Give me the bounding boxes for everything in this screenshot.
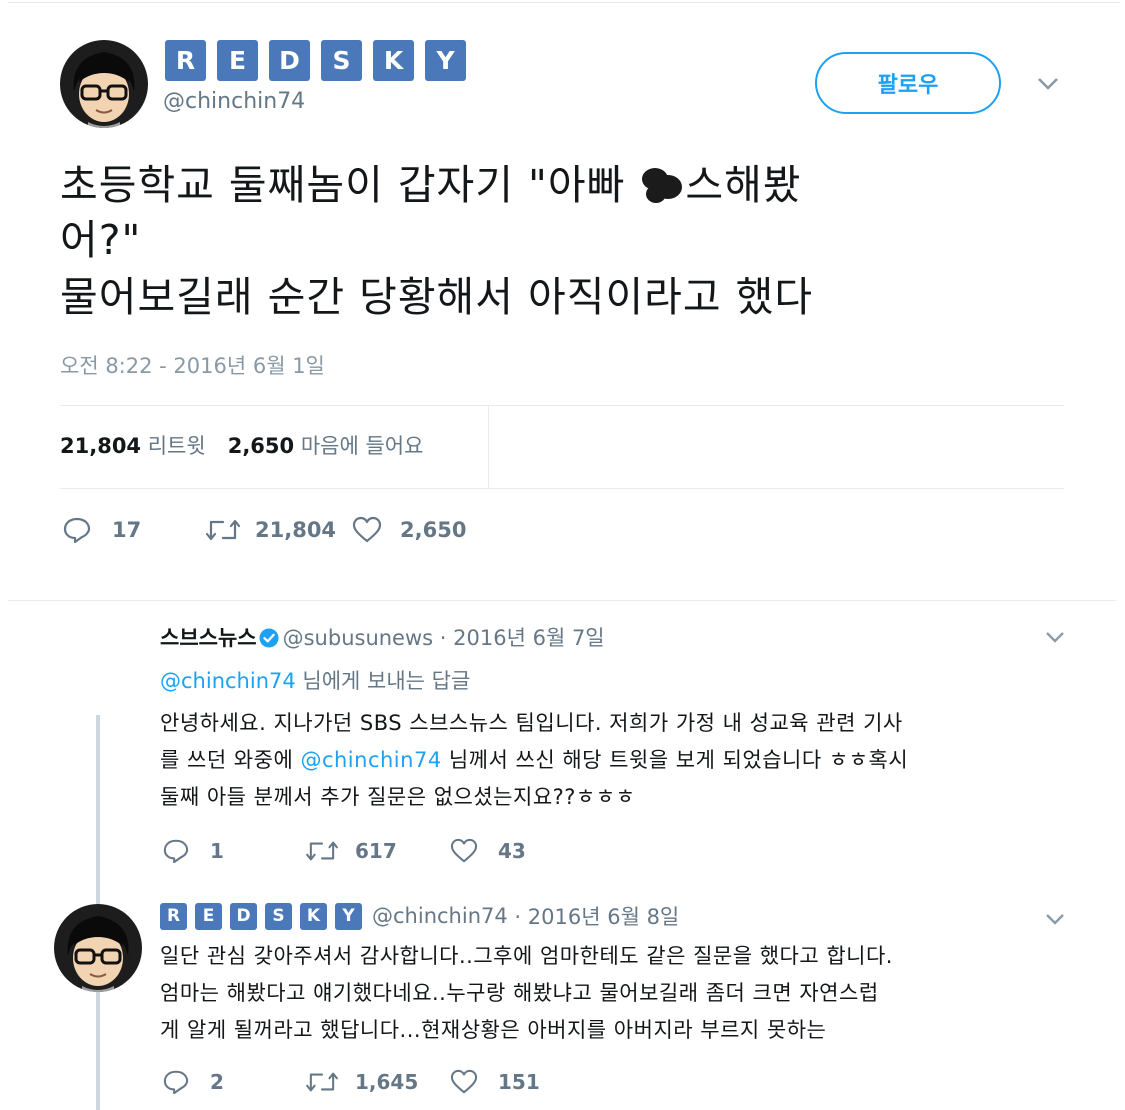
- heart-icon: [352, 516, 382, 543]
- display-name-badges[interactable]: REDSKY: [165, 40, 477, 81]
- reply-author-name[interactable]: 스브스뉴스: [160, 626, 257, 650]
- chevron-down-icon[interactable]: [1036, 76, 1060, 92]
- reply-text-line: 안녕하세요. 지나가던 SBS 스브스뉴스 팀입니다. 저희가 가정 내 성교육…: [160, 711, 903, 735]
- reply-header: 스브스뉴스 @subusunews · 2016년 6월 7일: [160, 622, 605, 652]
- like-count: 2,650: [400, 518, 467, 542]
- reply-author-handle[interactable]: @subusunews: [283, 626, 434, 650]
- retweet-icon: [205, 519, 241, 541]
- retweet-action[interactable]: 1,645: [305, 1069, 418, 1095]
- user-handle[interactable]: @chinchin74: [163, 89, 305, 114]
- name-letter-badge: E: [217, 40, 258, 81]
- like-action[interactable]: 151: [450, 1069, 540, 1095]
- name-letter-badge: K: [300, 902, 327, 930]
- mention-link[interactable]: @chinchin74: [160, 669, 296, 693]
- reply-count: 1: [210, 839, 224, 863]
- reply-action[interactable]: 1: [162, 838, 224, 864]
- verified-icon: [259, 628, 279, 648]
- tweet-timestamp[interactable]: 오전 8:22 - 2016년 6월 1일: [60, 350, 325, 380]
- reply-icon: [163, 1070, 189, 1095]
- replying-to: @chinchin74 님에게 보내는 답글: [160, 665, 470, 695]
- avatar-image: [54, 904, 142, 992]
- mention-link[interactable]: @chinchin74: [300, 748, 441, 772]
- like-action[interactable]: 43: [450, 838, 526, 864]
- reply-text-line: 엄마는 해봤다고 얘기했다네요..누구랑 해봤냐고 물어보길래 좀더 크면 자연…: [160, 981, 879, 1005]
- retweet-label[interactable]: 리트윗: [148, 434, 206, 458]
- like-label[interactable]: 마음에 들어요: [301, 434, 424, 458]
- name-letter-badge: R: [160, 902, 187, 930]
- reply-text-line: 를 쓰던 와중에 @chinchin74 님께서 쓰신 해당 트윗을 보게 되었…: [160, 741, 908, 779]
- reply-icon: [163, 839, 189, 864]
- reply-text-line: 일단 관심 갖아주셔서 감사합니다..그후에 엄마한테도 같은 질문을 했다고 …: [160, 944, 893, 968]
- avatar-image: [60, 40, 148, 128]
- section-divider: [8, 600, 1116, 601]
- like-count: 151: [498, 1070, 540, 1094]
- name-letter-badge: D: [230, 902, 257, 930]
- tweet-text-line: 물어보길래 순간 당황해서 아직이라고 했다: [60, 273, 814, 321]
- reply-action[interactable]: 17: [62, 516, 141, 544]
- name-letter-badge: E: [195, 902, 222, 930]
- name-letter-badge: D: [269, 40, 310, 81]
- stats-separator: [488, 405, 489, 488]
- reply-text-line: 둘째 아들 분께서 추가 질문은 없으셨는지요??ㅎㅎㅎ: [160, 785, 636, 809]
- like-action[interactable]: 2,650: [352, 516, 466, 544]
- follow-button[interactable]: 팔로우: [815, 52, 1001, 114]
- reply-date[interactable]: · 2016년 6월 7일: [440, 626, 605, 650]
- retweet-icon: [306, 1072, 338, 1092]
- tweet-text-segment: 초등학교 둘째놈이 갑자기 "아빠: [60, 161, 640, 209]
- reply-text-line: 게 알게 될꺼라고 했답니다...현재상황은 아버지를 아버지라 부르지 못하는: [160, 1018, 827, 1042]
- reply-text-segment: 를 쓰던 와중에: [160, 748, 301, 772]
- name-letter-badge: S: [265, 902, 292, 930]
- reply-text-segment: 님께서 쓰신 해당 트윗을 보게 되었습니다 ㅎㅎ혹시: [441, 748, 909, 772]
- reply-count: 17: [112, 518, 142, 542]
- retweet-count[interactable]: 21,804: [60, 434, 141, 458]
- chevron-down-icon[interactable]: [1044, 630, 1066, 644]
- retweet-count: 1,645: [355, 1070, 419, 1094]
- name-letter-badge: R: [165, 40, 206, 81]
- like-count: 43: [498, 839, 526, 863]
- heart-icon: [450, 838, 478, 863]
- replying-to-label: 님에게 보내는 답글: [295, 669, 471, 693]
- display-name-badges[interactable]: REDSKY: [160, 902, 370, 930]
- tweet-text-line: 초등학교 둘째놈이 갑자기 "아빠 스해봤: [60, 156, 802, 214]
- divider: [60, 488, 1064, 489]
- tweet-text-segment: 스해봤: [685, 161, 802, 209]
- reply-count: 2: [210, 1070, 224, 1094]
- retweet-count: 617: [355, 839, 397, 863]
- avatar[interactable]: [54, 904, 142, 992]
- heart-icon: [450, 1069, 478, 1094]
- censor-blot: [639, 162, 685, 203]
- retweet-icon: [306, 841, 338, 861]
- avatar[interactable]: [60, 40, 148, 128]
- reply-author-handle[interactable]: @chinchin74: [372, 904, 508, 928]
- name-letter-badge: Y: [425, 40, 466, 81]
- name-letter-badge: S: [321, 40, 362, 81]
- reply-action[interactable]: 2: [162, 1069, 224, 1095]
- reply-date[interactable]: · 2016년 6월 8일: [514, 901, 679, 931]
- retweet-action[interactable]: 21,804: [205, 516, 336, 544]
- tweet-stats: 21,804 리트윗 2,650 마음에 들어요: [60, 430, 423, 460]
- divider: [60, 405, 1064, 406]
- chevron-down-icon[interactable]: [1044, 912, 1066, 926]
- retweet-action[interactable]: 617: [305, 838, 397, 864]
- like-count[interactable]: 2,650: [228, 434, 294, 458]
- reply-header: REDSKY @chinchin74 · 2016년 6월 8일: [160, 901, 679, 931]
- reply-icon: [63, 517, 91, 544]
- name-letter-badge: Y: [335, 902, 362, 930]
- top-border: [8, 2, 1120, 3]
- tweet-text-line: 어?": [60, 216, 142, 264]
- retweet-count: 21,804: [255, 518, 337, 542]
- name-letter-badge: K: [373, 40, 414, 81]
